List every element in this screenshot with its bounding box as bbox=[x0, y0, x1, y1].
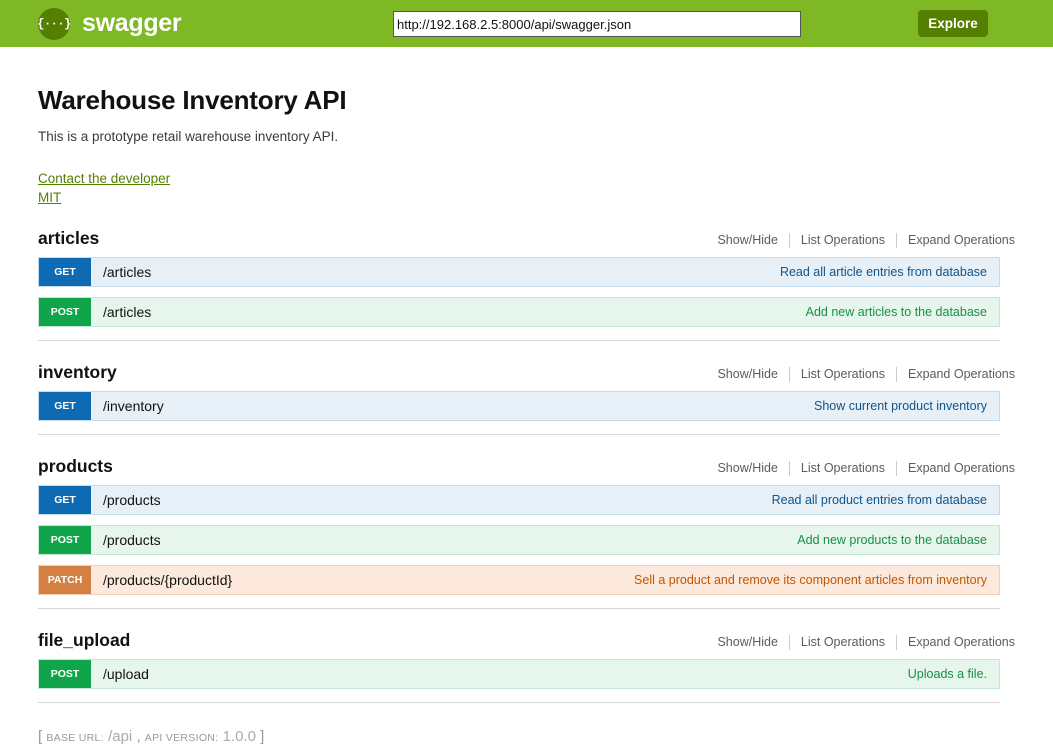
resource-options: Show/Hide List Operations Expand Operation… bbox=[706, 366, 1015, 382]
operation-summary: Read all article entries from database bbox=[779, 265, 987, 279]
resource-inventory: inventory Show/Hide List Operations Expand … bbox=[38, 362, 1015, 435]
show-hide-link[interactable]: Show/Hide bbox=[706, 233, 788, 247]
operation-list: GET/articles Read all article entries fro… bbox=[38, 257, 1000, 327]
resource-options: Show/Hide List Operations Expand Operation… bbox=[706, 634, 1015, 650]
list-operations-link[interactable]: List Operations bbox=[790, 461, 896, 475]
operation-summary: Add new articles to the database bbox=[805, 305, 987, 319]
section-divider bbox=[38, 702, 1000, 703]
operation-path[interactable]: /upload bbox=[91, 660, 908, 688]
operation-row[interactable]: POST/articles Add new articles to the dat… bbox=[38, 297, 1000, 327]
base-url-label: base url: bbox=[46, 732, 104, 744]
operation-row[interactable]: POST/products Add new products to the dat… bbox=[38, 525, 1000, 555]
top-bar: {···} swagger Explore bbox=[0, 0, 1053, 47]
api-title: Warehouse Inventory API bbox=[38, 85, 347, 115]
operation-method-badge[interactable]: POST bbox=[39, 298, 91, 326]
brand-name: swagger bbox=[82, 9, 182, 37]
spec-url-wrapper bbox=[393, 11, 801, 37]
license-link[interactable]: MIT bbox=[38, 188, 1015, 207]
operation-path[interactable]: /products/{productId} bbox=[91, 566, 634, 594]
spec-url-input[interactable] bbox=[393, 11, 801, 37]
list-operations-link[interactable]: List Operations bbox=[790, 635, 896, 649]
resource-title[interactable]: file_upload bbox=[38, 630, 130, 651]
section-divider bbox=[38, 434, 1000, 435]
operation-row[interactable]: POST/upload Uploads a file. bbox=[38, 659, 1000, 689]
footer: [ base url: /api , api version: 1.0.0 ] bbox=[38, 728, 1015, 745]
operation-row[interactable]: GET/products Read all product entries fro… bbox=[38, 485, 1000, 515]
section-divider bbox=[38, 608, 1000, 609]
operation-summary: Uploads a file. bbox=[907, 667, 987, 681]
list-operations-link[interactable]: List Operations bbox=[790, 367, 896, 381]
resource-header: inventory Show/Hide List Operations Expand … bbox=[38, 362, 1015, 391]
operation-list: GET/inventory Show current product invent… bbox=[38, 391, 1000, 421]
show-hide-link[interactable]: Show/Hide bbox=[706, 635, 788, 649]
operation-method-badge[interactable]: PATCH bbox=[39, 566, 91, 594]
resource-header: products Show/Hide List Operations Expand O… bbox=[38, 456, 1015, 485]
explore-button[interactable]: Explore bbox=[918, 10, 988, 37]
operation-path[interactable]: /articles bbox=[91, 298, 806, 326]
operation-summary: Add new products to the database bbox=[797, 533, 987, 547]
resource-products: products Show/Hide List Operations Expand O… bbox=[38, 456, 1015, 609]
operation-row[interactable]: GET/inventory Show current product invent… bbox=[38, 391, 1000, 421]
operation-method-badge[interactable]: POST bbox=[39, 526, 91, 554]
resource-title[interactable]: products bbox=[38, 456, 113, 477]
resource-articles: articles Show/Hide List Operations Expand O… bbox=[38, 228, 1015, 341]
main-content: Warehouse Inventory API This is a protot… bbox=[0, 47, 1053, 745]
resource-title[interactable]: inventory bbox=[38, 362, 117, 383]
list-operations-link[interactable]: List Operations bbox=[790, 233, 896, 247]
operation-row[interactable]: GET/articles Read all article entries fro… bbox=[38, 257, 1000, 287]
operation-path[interactable]: /inventory bbox=[91, 392, 814, 420]
show-hide-link[interactable]: Show/Hide bbox=[706, 461, 788, 475]
operation-list: GET/products Read all product entries fro… bbox=[38, 485, 1000, 595]
operation-summary: Show current product inventory bbox=[813, 399, 987, 413]
footer-open-bracket: [ bbox=[38, 728, 43, 745]
expand-operations-link[interactable]: Expand Operations bbox=[897, 233, 1015, 247]
swagger-braces-icon: {···} bbox=[37, 7, 71, 40]
operation-path[interactable]: /products bbox=[91, 486, 772, 514]
footer-close-bracket: ] bbox=[260, 728, 265, 745]
resource-title[interactable]: articles bbox=[38, 228, 99, 249]
resource-options: Show/Hide List Operations Expand Operation… bbox=[706, 460, 1015, 476]
brand[interactable]: {···} swagger bbox=[37, 7, 182, 40]
api-version-label: api version: bbox=[144, 732, 219, 744]
operation-row[interactable]: PATCH/products/{productId} Sell a product… bbox=[38, 565, 1000, 595]
operation-path[interactable]: /products bbox=[91, 526, 797, 554]
operation-method-badge[interactable]: GET bbox=[39, 258, 91, 286]
expand-operations-link[interactable]: Expand Operations bbox=[897, 367, 1015, 381]
contact-developer-link[interactable]: Contact the developer bbox=[38, 169, 1015, 188]
operation-list: POST/upload Uploads a file. bbox=[38, 659, 1000, 689]
operation-summary: Read all product entries from database bbox=[771, 493, 987, 507]
resource-header: articles Show/Hide List Operations Expand O… bbox=[38, 228, 1015, 257]
resource-header: file_upload Show/Hide List Operations Expan… bbox=[38, 630, 1015, 659]
operation-path[interactable]: /articles bbox=[91, 258, 780, 286]
operation-summary: Sell a product and remove its component … bbox=[634, 573, 987, 587]
operation-method-badge[interactable]: GET bbox=[39, 392, 91, 420]
operation-method-badge[interactable]: GET bbox=[39, 486, 91, 514]
api-version-value: 1.0.0 bbox=[222, 728, 256, 745]
section-divider bbox=[38, 340, 1000, 341]
expand-operations-link[interactable]: Expand Operations bbox=[897, 461, 1015, 475]
operation-method-badge[interactable]: POST bbox=[39, 660, 91, 688]
api-links: Contact the developer MIT bbox=[38, 169, 1015, 207]
resource-file_upload: file_upload Show/Hide List Operations Expan… bbox=[38, 630, 1015, 703]
resource-list: articles Show/Hide List Operations Expand O… bbox=[38, 228, 1015, 703]
api-description: This is a prototype retail warehouse inv… bbox=[38, 129, 339, 144]
base-url-value: /api bbox=[108, 728, 133, 745]
show-hide-link[interactable]: Show/Hide bbox=[706, 367, 788, 381]
footer-comma: , bbox=[136, 728, 141, 745]
resource-options: Show/Hide List Operations Expand Operation… bbox=[706, 232, 1015, 248]
expand-operations-link[interactable]: Expand Operations bbox=[897, 635, 1015, 649]
